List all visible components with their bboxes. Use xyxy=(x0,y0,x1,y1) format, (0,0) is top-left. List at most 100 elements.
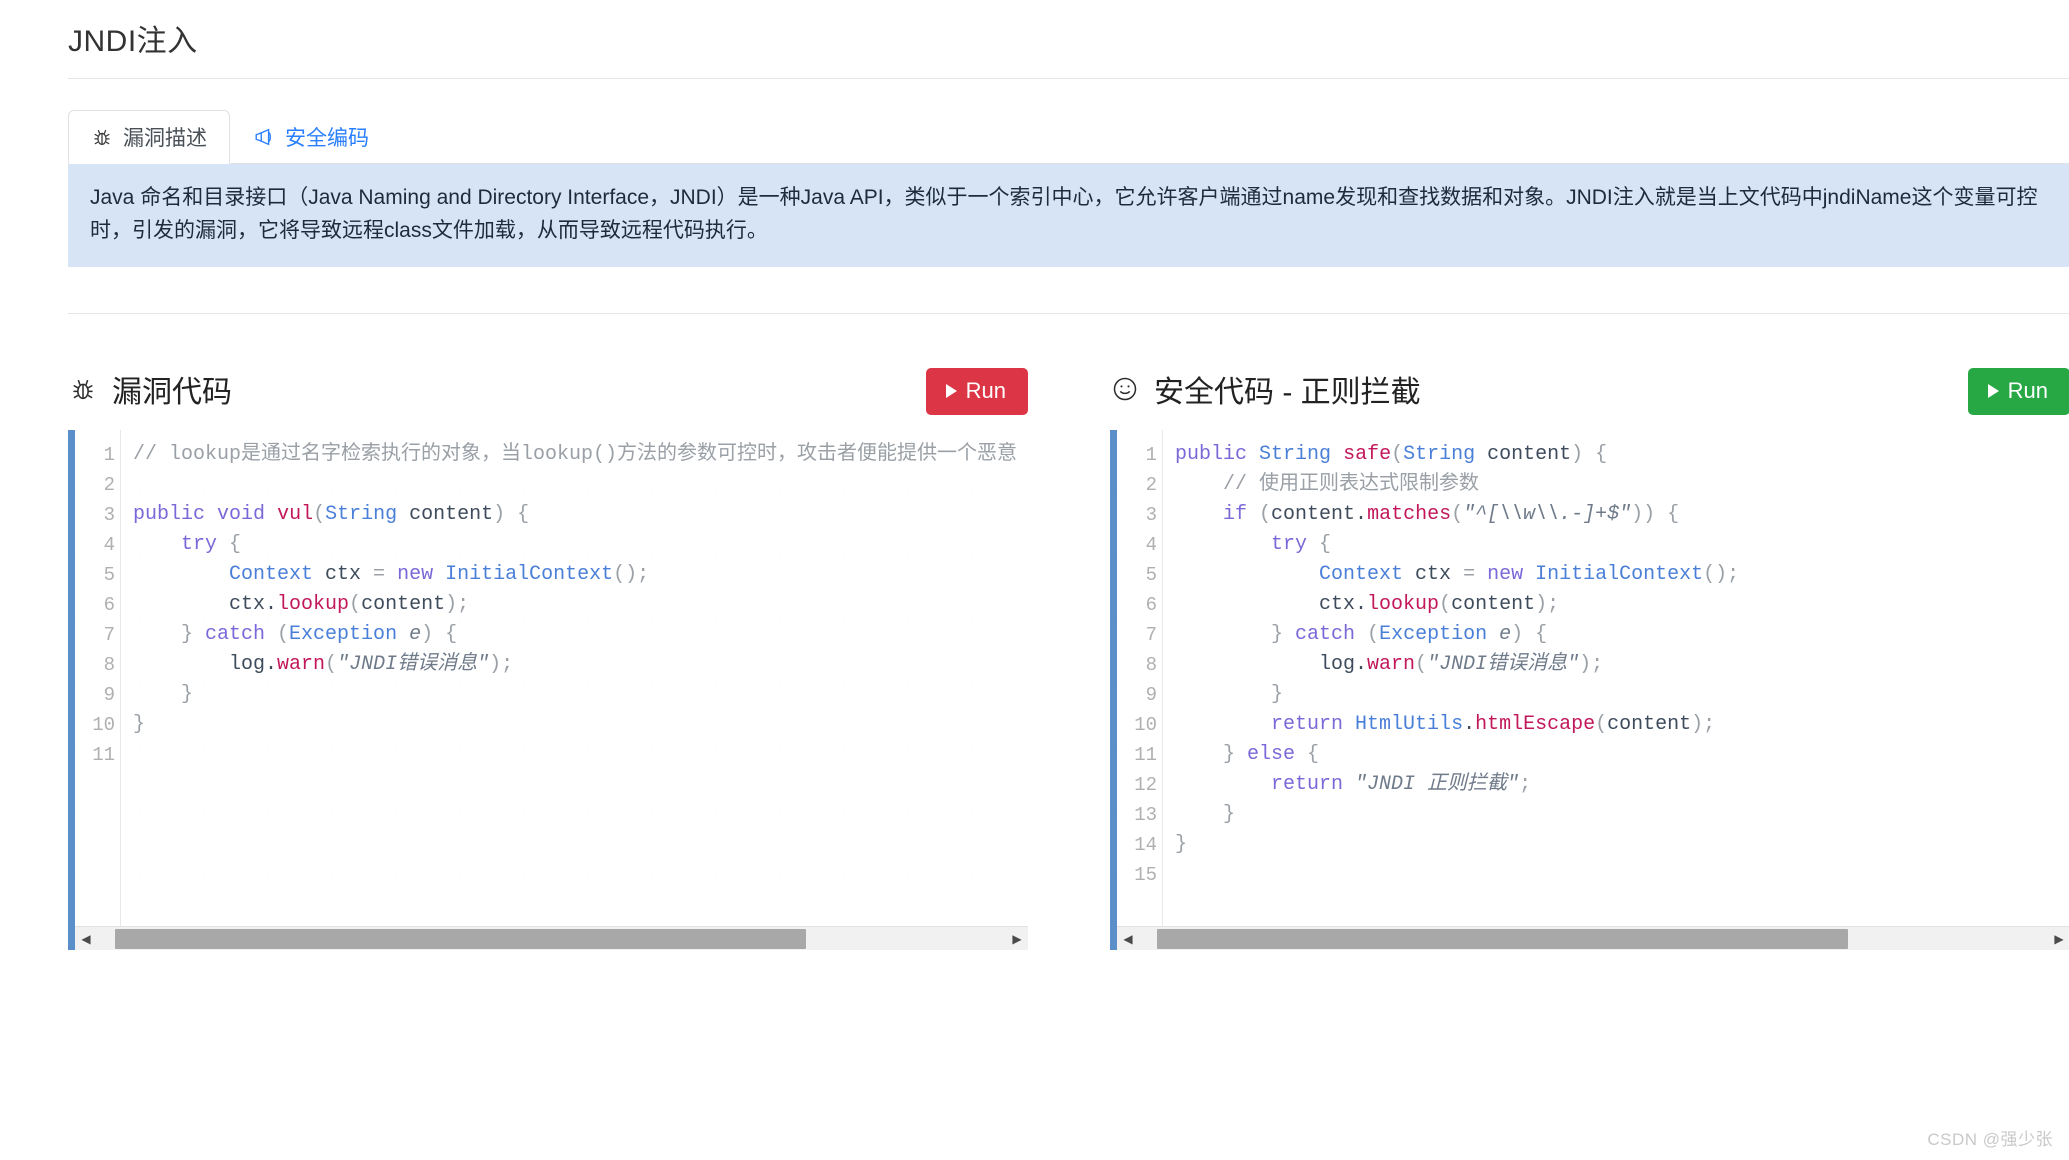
scrollbar-thumb[interactable] xyxy=(115,928,806,949)
scroll-right-arrow[interactable]: ▶ xyxy=(2048,927,2069,951)
secure-code-editor[interactable]: 1 public String safe(String content) {2 /… xyxy=(1110,430,2069,950)
code-content[interactable]: 1 // lookup是通过名字检索执行的对象，当lookup()方法的参数可控时… xyxy=(75,440,1028,950)
code-token: ) { xyxy=(1571,443,1608,466)
code-token: ( xyxy=(1451,503,1464,526)
tab-vulnerability-description[interactable]: 漏洞描述 xyxy=(68,110,230,164)
code-token: ); xyxy=(1535,593,1560,616)
code-token: ( xyxy=(325,653,338,676)
code-token: ctx xyxy=(1403,563,1464,586)
scrollbar-track[interactable] xyxy=(1139,927,2048,951)
editor-horizontal-scrollbar[interactable]: ◀ ▶ xyxy=(1117,926,2069,950)
code-line: 13 } xyxy=(1117,800,2069,830)
code-token: lookup xyxy=(277,593,350,616)
code-token: ); xyxy=(445,593,470,616)
code-line: 3 public void vul(String content) { xyxy=(75,500,1028,530)
panel-title-text: 安全代码 - 正则拦截 xyxy=(1154,376,1421,409)
secure-code-header: 安全代码 - 正则拦截 Run xyxy=(1110,360,2069,418)
code-token: = xyxy=(1463,563,1488,586)
code-token: Exception xyxy=(1379,623,1488,646)
code-token: { xyxy=(217,533,242,556)
title-divider xyxy=(68,78,2069,79)
code-token: content xyxy=(1475,443,1572,466)
run-button-label: Run xyxy=(2007,378,2048,403)
line-number: 12 xyxy=(1134,774,1157,796)
code-token: catch xyxy=(1295,623,1356,646)
bug-icon xyxy=(68,374,98,404)
line-number: 1 xyxy=(1145,444,1157,466)
code-line: 5 Context ctx = new InitialContext(); xyxy=(75,560,1028,590)
code-line: 9 } xyxy=(75,680,1028,710)
code-token: warn xyxy=(277,653,326,676)
page-title: JNDI注入 xyxy=(68,25,198,58)
code-token: } xyxy=(1175,803,1236,826)
code-token: ( xyxy=(313,503,326,526)
code-token: InitialContext xyxy=(445,563,614,586)
editor-horizontal-scrollbar[interactable]: ◀ ▶ xyxy=(75,926,1028,950)
line-number: 6 xyxy=(103,594,115,616)
scrollbar-thumb[interactable] xyxy=(1157,928,1848,949)
tab-label: 漏洞描述 xyxy=(123,127,207,150)
line-number: 1 xyxy=(103,444,115,466)
code-token: public xyxy=(1175,443,1248,466)
line-number: 11 xyxy=(1134,744,1157,766)
tab-bar: 漏洞描述 安全编码 xyxy=(68,110,2069,164)
code-token: ( xyxy=(1439,593,1452,616)
code-token: } xyxy=(1175,623,1296,646)
panel-title-text: 漏洞代码 xyxy=(112,376,232,409)
code-token: ( xyxy=(265,623,290,646)
code-line: 4 try { xyxy=(1117,530,2069,560)
code-token: htmlEscape xyxy=(1475,713,1596,736)
scrollbar-track[interactable] xyxy=(97,927,1006,951)
run-secure-code-button[interactable]: Run xyxy=(1967,368,2069,415)
code-line: 8 log.warn("JNDI错误消息"); xyxy=(75,650,1028,680)
code-token: try xyxy=(181,533,218,556)
line-number: 8 xyxy=(1145,654,1157,676)
play-icon xyxy=(945,384,957,398)
run-vulnerable-code-button[interactable]: Run xyxy=(925,368,1028,415)
code-token: log. xyxy=(1175,653,1368,676)
code-line: 10 return HtmlUtils.htmlEscape(content); xyxy=(1117,710,2069,740)
line-number: 14 xyxy=(1134,834,1157,856)
bug-icon xyxy=(91,126,113,148)
code-line: 12 return "JNDI 正则拦截"; xyxy=(1117,770,2069,800)
code-line: 6 ctx.lookup(content); xyxy=(1117,590,2069,620)
code-token: )) { xyxy=(1631,503,1680,526)
code-token: // lookup是通过名字检索执行的对象，当lookup()方法的参数可控时，… xyxy=(133,443,1018,466)
code-token: ); xyxy=(1579,653,1604,676)
scroll-right-arrow[interactable]: ▶ xyxy=(1006,927,1028,951)
line-number: 3 xyxy=(1145,504,1157,526)
code-line: 7 } catch (Exception e) { xyxy=(1117,620,2069,650)
code-line: 2 // 使用正则表达式限制参数 xyxy=(1117,470,2069,500)
line-number: 2 xyxy=(1145,474,1157,496)
code-line: 11 xyxy=(75,740,1028,770)
code-content[interactable]: 1 public String safe(String content) {2 /… xyxy=(1117,440,2069,950)
code-token: ( xyxy=(1391,443,1404,466)
code-token: ( xyxy=(1595,713,1608,736)
code-token: "JNDI 正则拦截" xyxy=(1355,773,1520,796)
vulnerable-code-editor[interactable]: 1 // lookup是通过名字检索执行的对象，当lookup()方法的参数可控时… xyxy=(68,430,1028,950)
code-token: try xyxy=(1271,533,1308,556)
line-number: 15 xyxy=(1134,864,1157,886)
scroll-left-glyph: ◀ xyxy=(81,931,91,946)
code-token: ( xyxy=(1415,653,1428,676)
code-token: "^[\\w\\.-]+$" xyxy=(1463,503,1632,526)
code-token: warn xyxy=(1367,653,1416,676)
code-token: content xyxy=(397,503,494,526)
code-token: } xyxy=(1175,833,1188,856)
tab-secure-coding[interactable]: 安全编码 xyxy=(230,110,392,164)
code-token: lookup xyxy=(1367,593,1440,616)
line-number: 7 xyxy=(103,624,115,646)
code-line: 8 log.warn("JNDI错误消息"); xyxy=(1117,650,2069,680)
megaphone-icon xyxy=(253,126,275,148)
scroll-left-arrow[interactable]: ◀ xyxy=(75,927,97,951)
line-number: 10 xyxy=(92,714,115,736)
scroll-left-arrow[interactable]: ◀ xyxy=(1117,927,1139,951)
code-token: String xyxy=(1259,443,1332,466)
code-token: catch xyxy=(205,623,266,646)
